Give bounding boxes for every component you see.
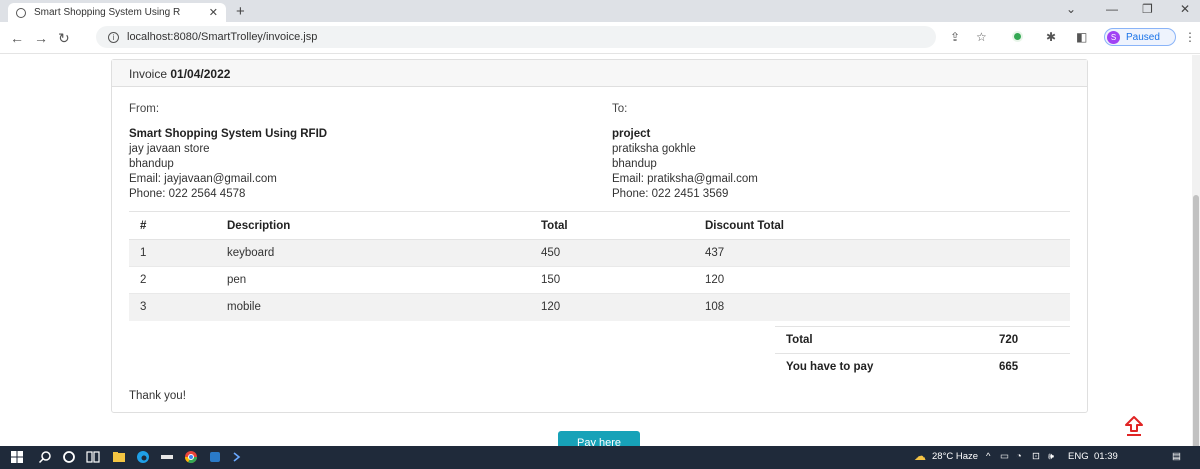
from-name: Smart Shopping System Using RFID (129, 128, 328, 140)
table-header-row: # Description Total Discount Total (129, 211, 1070, 240)
site-info-icon[interactable]: i (108, 31, 119, 43)
to-address: To: project pratiksha gokhle bhandup Ema… (612, 102, 758, 202)
column-header-number: # (129, 211, 227, 240)
invoice-label: Invoice (129, 67, 168, 81)
from-line2: bhandup (129, 158, 174, 170)
browser-menu-icon[interactable]: ⋮ (1184, 30, 1196, 44)
extensions-puzzle-icon[interactable]: ✱ (1046, 30, 1056, 44)
restore-icon[interactable]: ❐ (1142, 2, 1153, 16)
item-discount-total: 437 (705, 239, 1070, 267)
battery-icon[interactable]: ▭ (1000, 451, 1009, 462)
from-label: From: (129, 103, 160, 115)
wifi-icon[interactable]: ◔ (1016, 451, 1022, 462)
url-text: localhost:8080/SmartTrolley/invoice.jsp (127, 31, 318, 43)
share-icon[interactable]: ⇪ (950, 30, 960, 44)
close-window-icon[interactable]: ✕ (1180, 2, 1190, 16)
total-label: Total (775, 326, 999, 354)
item-number: 3 (129, 293, 227, 321)
table-row: 3 mobile 120 108 (129, 293, 1070, 321)
clock-time[interactable]: 01:39 (1094, 451, 1118, 462)
summary-total-row: Total 720 (775, 326, 1070, 354)
forward-icon[interactable]: → (34, 30, 48, 46)
to-line2: bhandup (612, 158, 657, 170)
total-value: 720 (999, 326, 1070, 354)
from-email: Email: jayjavaan@gmail.com (129, 173, 277, 185)
from-line1: jay javaan store (129, 143, 210, 155)
terminal-icon[interactable] (232, 450, 246, 464)
item-description: keyboard (227, 239, 541, 267)
to-line1: pratiksha gokhle (612, 143, 696, 155)
item-discount-total: 120 (705, 266, 1070, 294)
edge-icon[interactable] (136, 450, 150, 464)
to-label: To: (612, 103, 628, 115)
task-view-icon[interactable] (86, 450, 100, 464)
table-row: 2 pen 150 120 (129, 266, 1070, 294)
item-description: pen (227, 266, 541, 294)
side-panel-icon[interactable]: ◧ (1076, 30, 1087, 44)
browser-toolbar: ← → ↻ i localhost:8080/SmartTrolley/invo… (0, 22, 1200, 54)
language-indicator[interactable]: ENG (1068, 451, 1089, 462)
avatar: S (1107, 30, 1120, 44)
windows-start-icon[interactable] (10, 450, 24, 464)
column-header-discount-total: Discount Total (705, 211, 1070, 240)
vscode-icon[interactable] (208, 450, 222, 464)
item-description: mobile (227, 293, 541, 321)
minimize-icon[interactable]: — (1106, 2, 1118, 16)
item-total: 120 (541, 293, 705, 321)
bookmark-star-icon[interactable]: ☆ (976, 30, 987, 44)
tray-overflow-icon[interactable]: ^ (986, 451, 990, 462)
page-scrollbar[interactable] (1192, 55, 1200, 455)
volume-icon[interactable]: 🕪 (1048, 451, 1054, 462)
pay-label: You have to pay (775, 353, 999, 381)
summary-pay-row: You have to pay 665 (775, 353, 1070, 381)
table-row: 1 keyboard 450 437 (129, 239, 1070, 267)
file-explorer-icon[interactable] (112, 450, 126, 464)
weather-text[interactable]: 28°C Haze (932, 451, 978, 462)
tab-search-icon[interactable]: ⌄ (1066, 2, 1076, 16)
network-icon[interactable]: ⊡ (1032, 451, 1040, 462)
reload-icon[interactable]: ↻ (58, 30, 70, 47)
cortana-icon[interactable] (62, 450, 76, 464)
close-tab-icon[interactable]: ✕ (209, 6, 218, 19)
site-favicon-icon (16, 7, 26, 18)
back-icon[interactable]: ← (10, 30, 24, 46)
pay-value: 665 (999, 353, 1070, 381)
notifications-icon[interactable]: ▤ (1172, 451, 1181, 462)
to-name: project (612, 128, 651, 140)
item-number: 2 (129, 266, 227, 294)
to-email: Email: pratiksha@gmail.com (612, 173, 758, 185)
item-number: 1 (129, 239, 227, 267)
chrome-icon[interactable] (184, 450, 198, 464)
page-content: Invoice 01/04/2022 From: Smart Shopping … (0, 55, 1192, 455)
invoice-header: Invoice 01/04/2022 (112, 60, 1087, 87)
column-header-description: Description (227, 211, 541, 240)
address-bar[interactable]: i localhost:8080/SmartTrolley/invoice.js… (96, 26, 936, 48)
weather-icon: ☁ (914, 449, 926, 463)
item-discount-total: 108 (705, 293, 1070, 321)
scrollbar-thumb[interactable] (1193, 195, 1199, 455)
item-total: 150 (541, 266, 705, 294)
to-phone: Phone: 022 2451 3569 (612, 188, 729, 200)
thank-you-text: Thank you! (129, 390, 186, 402)
from-address: From: Smart Shopping System Using RFID j… (129, 102, 327, 202)
search-icon[interactable] (38, 450, 52, 464)
item-total: 450 (541, 239, 705, 267)
invoice-card: Invoice 01/04/2022 From: Smart Shopping … (111, 59, 1088, 413)
tab-title: Smart Shopping System Using R (34, 7, 181, 18)
from-phone: Phone: 022 2564 4578 (129, 188, 246, 200)
profile-button[interactable]: S Paused (1104, 28, 1176, 46)
browser-tab-bar: Smart Shopping System Using R ✕ + ⌄ — ❐ … (0, 0, 1200, 22)
items-table: # Description Total Discount Total 1 key… (129, 211, 1070, 321)
mail-icon[interactable] (160, 450, 174, 464)
browser-tab[interactable]: Smart Shopping System Using R ✕ (8, 3, 226, 22)
invoice-date: 01/04/2022 (170, 67, 231, 81)
profile-status: Paused (1126, 31, 1160, 43)
summary-table: Total 720 You have to pay 665 (775, 326, 1070, 381)
windows-taskbar: ☁ 28°C Haze ^ ▭ ◔ ⊡ 🕪 ENG 01:39 ▤ (0, 446, 1200, 469)
column-header-total: Total (541, 211, 705, 240)
new-tab-icon[interactable]: + (236, 3, 245, 20)
scroll-to-top-icon[interactable] (1124, 415, 1144, 437)
extension-icon[interactable] (1012, 31, 1023, 42)
